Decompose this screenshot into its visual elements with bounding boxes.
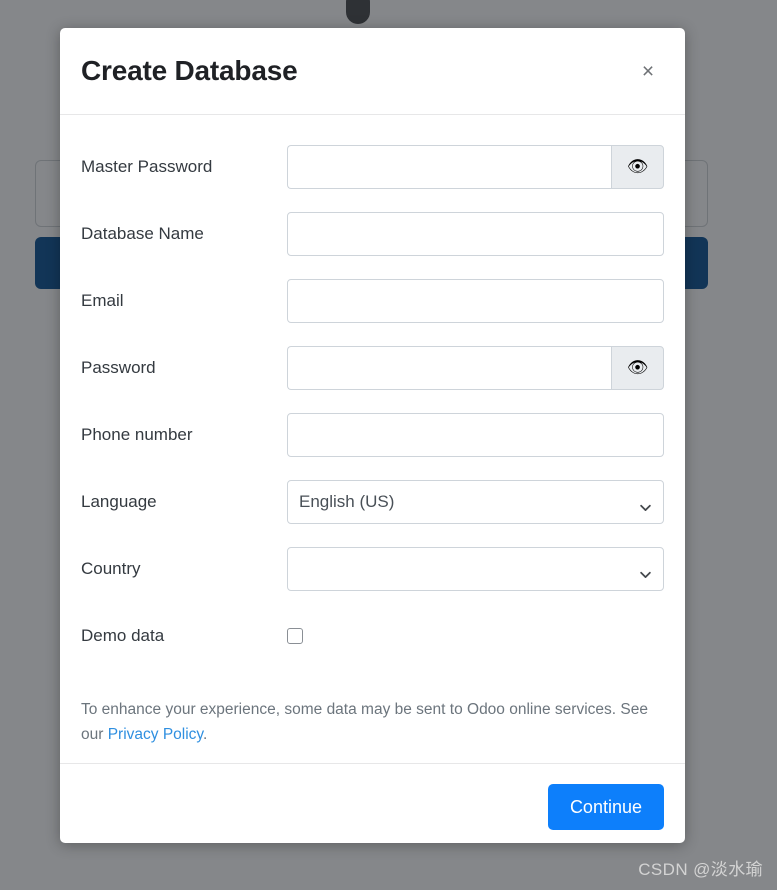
field-row-password: Password 👁	[81, 334, 664, 401]
email-field[interactable]	[287, 278, 664, 323]
field-row-email: Email	[81, 267, 664, 334]
master-password-input[interactable]	[287, 144, 611, 189]
close-icon[interactable]: ×	[635, 58, 661, 84]
checkbox-wrap-demo-data	[287, 627, 664, 644]
demo-data-checkbox[interactable]	[287, 627, 303, 644]
dialog-footer: Continue	[60, 763, 685, 849]
input-wrap-email	[287, 278, 664, 323]
select-wrap-language: English (US)	[287, 479, 664, 524]
input-group-password: 👁	[287, 345, 664, 390]
input-group-master-password: 👁	[287, 144, 664, 189]
field-row-language: Language English (US)	[81, 468, 664, 535]
label-language: Language	[81, 491, 157, 511]
password-input[interactable]	[287, 345, 611, 390]
language-select[interactable]: English (US)	[287, 479, 664, 524]
create-database-dialog: Create Database × Master Password 👁 Data…	[60, 28, 685, 843]
select-wrap-country	[287, 546, 664, 591]
field-row-country: Country	[81, 535, 664, 602]
input-wrap-phone-number	[287, 412, 664, 457]
label-database-name: Database Name	[81, 223, 204, 243]
label-email: Email	[81, 290, 124, 310]
database-name-input[interactable]	[287, 211, 664, 256]
label-master-password: Master Password	[81, 156, 213, 176]
privacy-note-text-after: .	[203, 726, 208, 744]
country-select[interactable]	[287, 546, 664, 591]
dialog-header: Create Database ×	[60, 28, 685, 115]
page-title: Create Database	[81, 55, 298, 86]
phone-number-input[interactable]	[287, 412, 664, 457]
field-row-demo-data: Demo data	[81, 602, 664, 669]
label-demo-data: Demo data	[81, 625, 165, 645]
continue-button[interactable]: Continue	[547, 783, 664, 831]
field-row-master-password: Master Password 👁	[81, 133, 664, 200]
watermark: CSDN @淡水瑜	[638, 860, 763, 879]
eye-icon[interactable]: 👁	[611, 345, 664, 390]
label-country: Country	[81, 558, 141, 578]
dialog-body: Master Password 👁 Database Name Email Pa…	[60, 115, 685, 763]
field-row-database-name: Database Name	[81, 200, 664, 267]
label-password: Password	[81, 357, 156, 377]
field-row-phone-number: Phone number	[81, 401, 664, 468]
eye-icon[interactable]: 👁	[611, 144, 664, 189]
input-wrap-database-name	[287, 211, 664, 256]
privacy-policy-link[interactable]: Privacy Policy	[108, 726, 203, 743]
privacy-note: To enhance your experience, some data ma…	[81, 685, 661, 748]
label-phone-number: Phone number	[81, 424, 193, 444]
